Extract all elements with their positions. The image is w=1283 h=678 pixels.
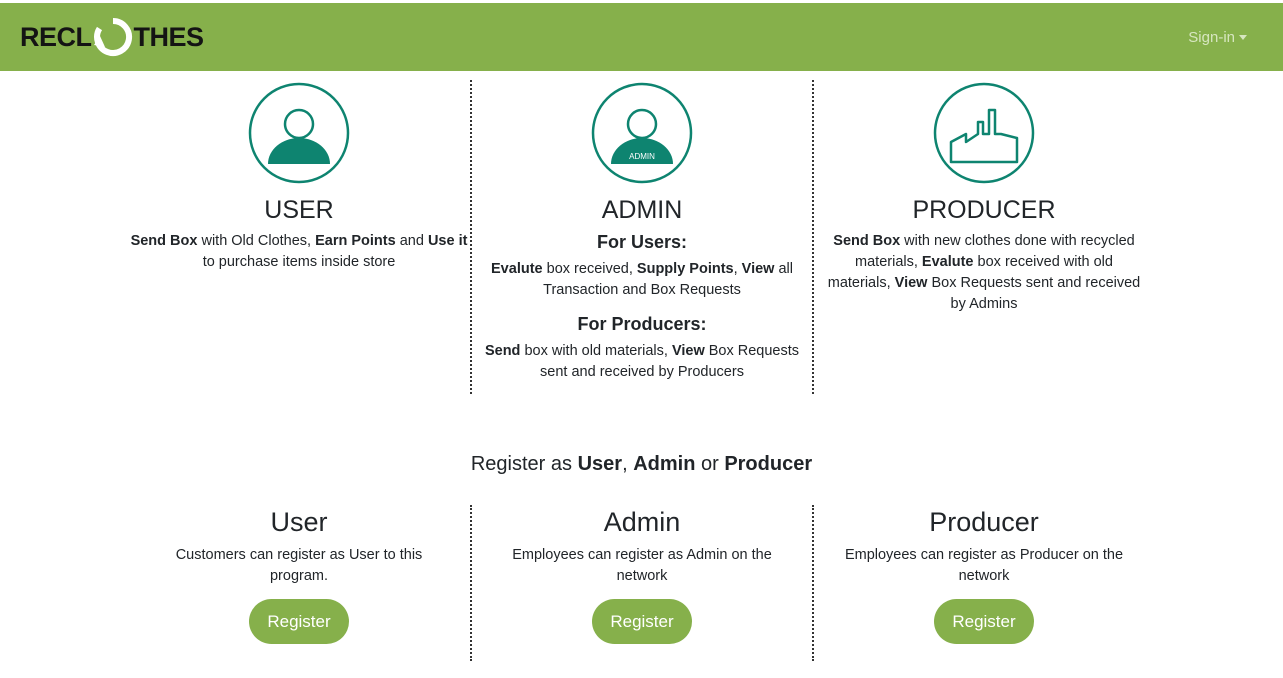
register-card-admin: Admin Employees can register as Admin on… — [471, 505, 813, 644]
register-card-title: Producer — [929, 507, 1039, 537]
person-icon — [248, 82, 350, 184]
register-card-description: Customers can register as User to this p… — [175, 547, 423, 584]
emphasis-text: Admin — [633, 453, 696, 475]
signin-label: Sign-in — [1188, 28, 1235, 46]
emphasis-text: User — [577, 453, 623, 475]
recycle-arrow-icon — [93, 17, 132, 56]
register-producer-button[interactable]: Register — [934, 599, 1034, 644]
register-admin-button[interactable]: Register — [592, 599, 692, 644]
register-heading: Register as User, Admin or Producer — [470, 453, 813, 475]
emphasis-text: Send — [484, 343, 521, 359]
register-card-title: Admin — [603, 507, 681, 537]
emphasis-text: View — [894, 275, 928, 291]
for-producers-description: Send box with old materials, View Box Re… — [484, 343, 800, 380]
emphasis-text: Evalute — [921, 254, 974, 270]
signin-dropdown[interactable]: Sign-in — [1188, 29, 1247, 46]
register-card-description: Employees can register as Producer on th… — [844, 547, 1124, 584]
emphasis-text: View — [671, 343, 705, 359]
role-title: USER — [264, 196, 334, 224]
role-producer: PRODUCER Send Box with new clothes done … — [813, 78, 1155, 315]
factory-icon — [933, 82, 1035, 184]
admin-badge-text: ADMIN — [629, 152, 655, 161]
admin-person-icon: ADMIN — [591, 82, 693, 184]
for-producers-heading: For Producers: — [577, 314, 707, 334]
role-description: Send Box with new clothes done with recy… — [827, 233, 1141, 312]
roles-section: USER Send Box with Old Clothes, Earn Poi… — [0, 78, 1283, 394]
role-description: Send Box with Old Clothes, Earn Points a… — [130, 233, 468, 270]
emphasis-text: Earn Points — [315, 233, 396, 249]
for-users-description: Evalute box received, Supply Points, Vie… — [491, 261, 793, 298]
emphasis-text: Producer — [724, 453, 813, 475]
emphasis-text: Supply Points — [636, 261, 734, 277]
emphasis-text: Use it — [427, 233, 468, 249]
brand-logo[interactable]: RECL THES — [20, 15, 204, 59]
brand-text-right: THES — [133, 21, 205, 52]
caret-down-icon — [1239, 34, 1247, 40]
emphasis-text: View — [741, 261, 775, 277]
emphasis-text: Send Box — [833, 233, 901, 249]
emphasis-text: Send Box — [130, 233, 198, 249]
top-navbar: RECL THES Sign-in — [0, 3, 1283, 71]
register-card-description: Employees can register as Admin on the n… — [512, 547, 772, 584]
register-user-button[interactable]: Register — [249, 599, 349, 644]
for-users-heading: For Users: — [596, 232, 688, 252]
role-user: USER Send Box with Old Clothes, Earn Poi… — [128, 78, 470, 273]
register-card-user: User Customers can register as User to t… — [128, 505, 470, 644]
emphasis-text: Evalute — [491, 261, 543, 277]
role-title: ADMIN — [601, 196, 683, 224]
register-card-producer: Producer Employees can register as Produ… — [813, 505, 1155, 644]
register-card-title: User — [270, 507, 328, 537]
register-section: User Customers can register as User to t… — [0, 505, 1283, 661]
brand-text-left: RECL — [20, 21, 92, 52]
role-title: PRODUCER — [912, 196, 1056, 224]
role-admin: ADMIN ADMIN For Users: Evalute box recei… — [471, 78, 813, 383]
